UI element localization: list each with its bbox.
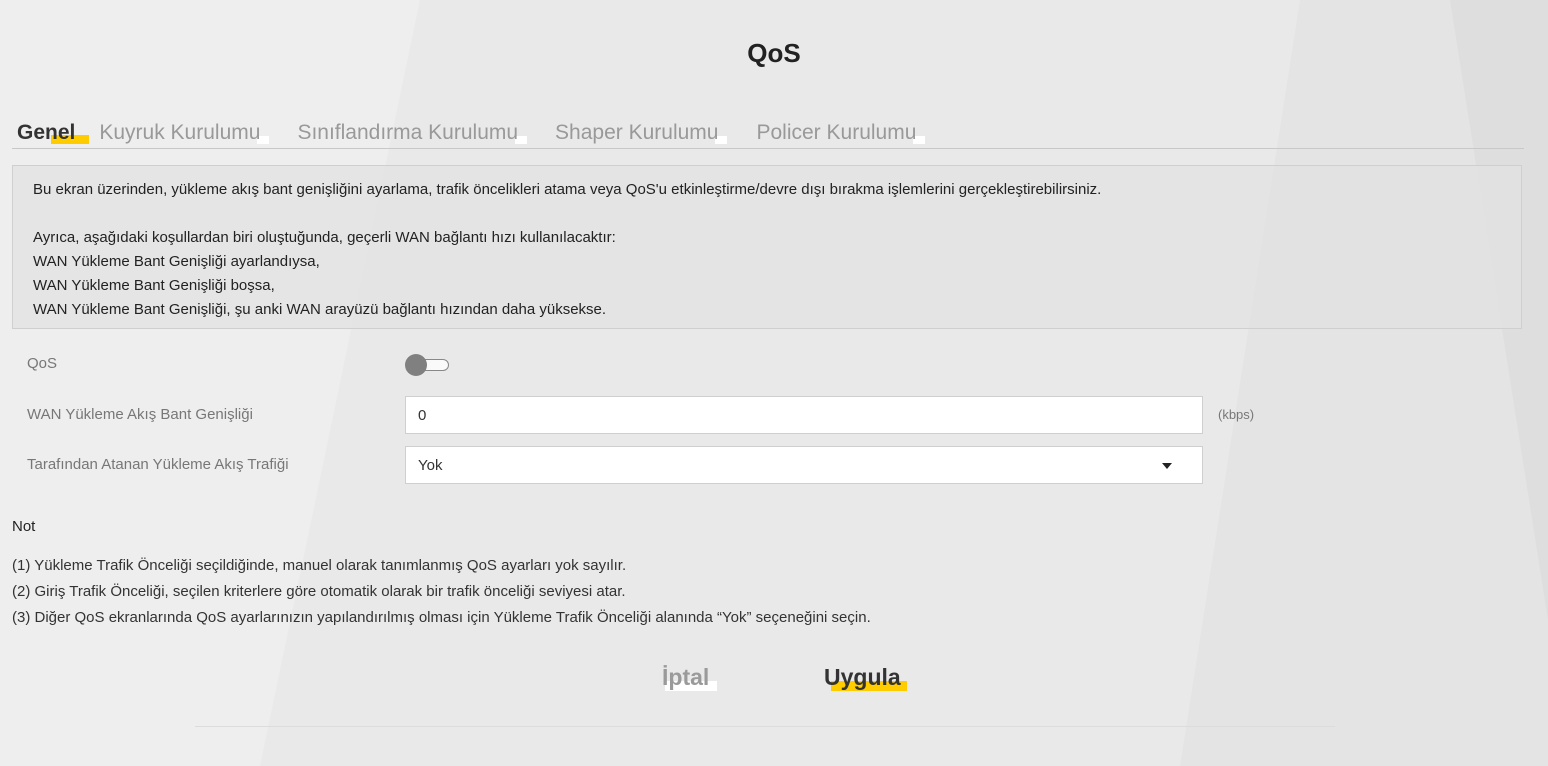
- qos-label: QoS: [27, 355, 58, 372]
- cancel-button-label: İptal: [662, 664, 710, 690]
- qos-page: QoS Genel Kuyruk Kurulumu Sınıflandırma …: [0, 0, 1548, 766]
- info-box: Bu ekran üzerinden, yükleme akış bant ge…: [12, 165, 1522, 329]
- tab-kuyruk-kurulumu[interactable]: Kuyruk Kurulumu: [99, 121, 270, 145]
- info-text: WAN Yükleme Bant Genişliği ayarlandıysa,: [33, 253, 320, 270]
- qos-row: QoS: [27, 345, 1327, 383]
- apply-button[interactable]: Uygula: [824, 664, 907, 691]
- traffic-select[interactable]: Yok: [405, 446, 1203, 484]
- note-item: (2) Giriş Trafik Önceliği, seçilen krite…: [12, 583, 626, 600]
- info-text: Bu ekran üzerinden, yükleme akış bant ge…: [33, 181, 1102, 198]
- apply-button-label: Uygula: [824, 664, 901, 690]
- tab-genel[interactable]: Genel: [17, 121, 90, 145]
- note-item: (3) Diğer QoS ekranlarında QoS ayarların…: [12, 609, 871, 626]
- tab-label: Genel: [17, 121, 76, 144]
- note-title: Not: [12, 518, 36, 535]
- toggle-knob: [405, 354, 427, 376]
- info-text: WAN Yükleme Bant Genişliği, şu anki WAN …: [33, 301, 607, 318]
- info-text: WAN Yükleme Bant Genişliği boşsa,: [33, 277, 275, 294]
- cancel-button[interactable]: İptal: [662, 664, 718, 691]
- page-title: QoS: [747, 38, 801, 68]
- qos-toggle[interactable]: [405, 353, 449, 376]
- tab-label: Shaper Kurulumu: [555, 121, 719, 144]
- traffic-row: Tarafından Atanan Yükleme Akış Trafiği Y…: [27, 446, 1327, 484]
- footer-divider: [195, 726, 1335, 727]
- tab-label: Policer Kurulumu: [756, 121, 917, 144]
- bandwidth-unit: (kbps): [1218, 407, 1255, 422]
- traffic-label: Tarafından Atanan Yükleme Akış Trafiği: [27, 456, 289, 473]
- caret-down-icon: [1162, 463, 1172, 469]
- bandwidth-row: WAN Yükleme Akış Bant Genişliği (kbps): [27, 396, 1327, 434]
- notes-list: (1) Yükleme Trafik Önceliği seçildiğinde…: [12, 553, 871, 631]
- info-text: Ayrıca, aşağıdaki koşullardan biri oluşt…: [33, 229, 616, 246]
- tab-label: Kuyruk Kurulumu: [99, 121, 261, 144]
- tab-bar: Genel Kuyruk Kurulumu Sınıflandırma Kuru…: [17, 121, 926, 145]
- bandwidth-label: WAN Yükleme Akış Bant Genişliği: [27, 406, 253, 423]
- tab-label: Sınıflandırma Kurulumu: [297, 121, 519, 144]
- tab-policer-kurulumu[interactable]: Policer Kurulumu: [756, 121, 926, 145]
- note-item: (1) Yükleme Trafik Önceliği seçildiğinde…: [12, 557, 627, 574]
- traffic-select-value: Yok: [418, 457, 443, 474]
- tab-divider: [12, 148, 1524, 149]
- tab-shaper-kurulumu[interactable]: Shaper Kurulumu: [555, 121, 728, 145]
- bandwidth-input[interactable]: [405, 396, 1203, 434]
- tab-siniflandirma-kurulumu[interactable]: Sınıflandırma Kurulumu: [297, 121, 528, 145]
